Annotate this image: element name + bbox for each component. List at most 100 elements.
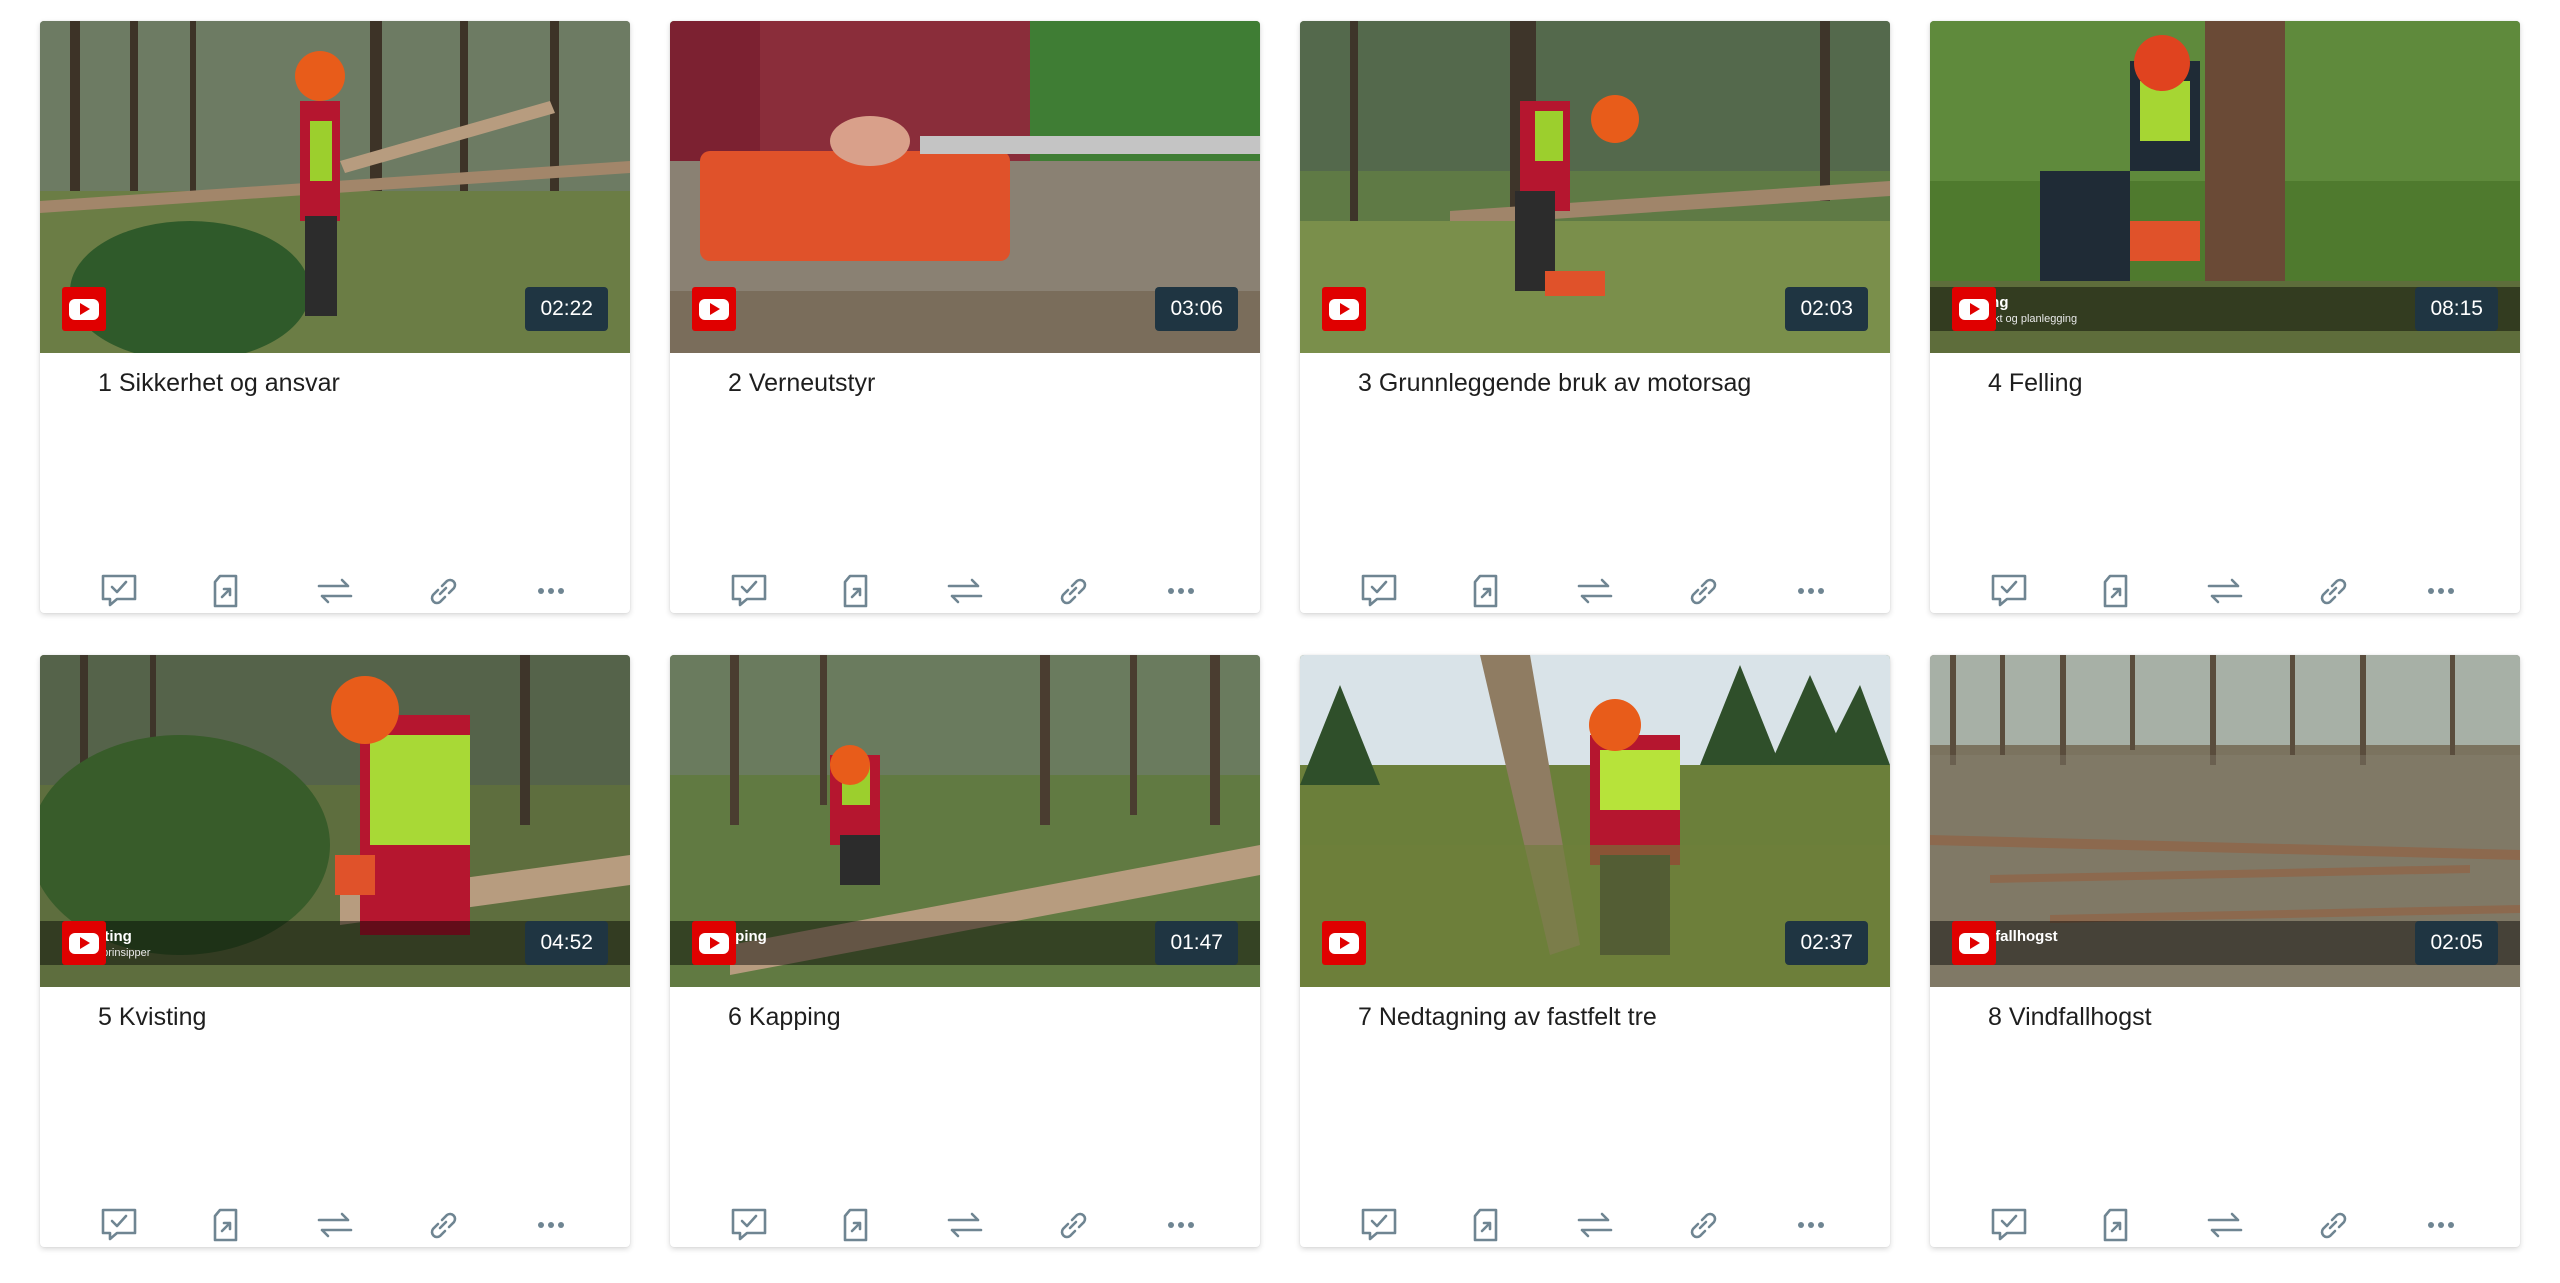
comment-check-button[interactable]: [99, 571, 139, 611]
copy-link-button[interactable]: [2313, 571, 2353, 611]
copy-link-button[interactable]: [2313, 1205, 2353, 1245]
video-title[interactable]: 8 Vindfallhogst: [1988, 1003, 2152, 1032]
assign-icon: [2103, 1208, 2128, 1242]
assign-button[interactable]: [836, 571, 876, 611]
card-actions: [1300, 1205, 1890, 1245]
card-actions: [1300, 571, 1890, 611]
assign-icon: [213, 574, 238, 608]
more-options-button[interactable]: [1791, 1205, 1831, 1245]
copy-link-button[interactable]: [1053, 1205, 1093, 1245]
swap-icon: [317, 578, 353, 604]
swap-button[interactable]: [945, 571, 985, 611]
duration-badge: 02:03: [1785, 287, 1868, 331]
swap-icon: [1577, 1212, 1613, 1238]
more-options-button[interactable]: [531, 571, 571, 611]
video-card-8[interactable]: dfallhogst 02:05 8 Vindfallhogst: [1930, 655, 2520, 1247]
copy-link-button[interactable]: [423, 1205, 463, 1245]
more-icon: [1168, 588, 1194, 594]
video-title[interactable]: 6 Kapping: [728, 1003, 841, 1032]
assign-button[interactable]: [1466, 571, 1506, 611]
video-card-5[interactable]: sting nprinsipper 04:52 5 Kvisting: [40, 655, 630, 1247]
duration-badge: 02:22: [525, 287, 608, 331]
swap-button[interactable]: [1575, 1205, 1615, 1245]
link-icon: [1060, 578, 1087, 605]
more-options-button[interactable]: [2421, 1205, 2461, 1245]
comment-check-button[interactable]: [729, 571, 769, 611]
comment-check-button[interactable]: [1989, 1205, 2029, 1245]
more-options-button[interactable]: [531, 1205, 571, 1245]
assign-icon: [1473, 1208, 1498, 1242]
video-thumbnail[interactable]: sting nprinsipper 04:52: [40, 655, 630, 987]
youtube-icon: [1952, 287, 1996, 331]
comment-check-button[interactable]: [1989, 571, 2029, 611]
video-card-2[interactable]: 03:06 2 Verneutstyr: [670, 21, 1260, 613]
video-thumbnail[interactable]: 02:03: [1300, 21, 1890, 353]
youtube-icon: [692, 287, 736, 331]
video-card-4[interactable]: ing sikt og planlegging 08:15 4 Felling: [1930, 21, 2520, 613]
comment-check-button[interactable]: [1359, 571, 1399, 611]
assign-icon: [843, 574, 868, 608]
card-actions: [670, 571, 1260, 611]
comment-check-button[interactable]: [1359, 1205, 1399, 1245]
assign-button[interactable]: [2096, 1205, 2136, 1245]
swap-button[interactable]: [1575, 571, 1615, 611]
youtube-icon: [62, 287, 106, 331]
assign-button[interactable]: [206, 1205, 246, 1245]
comment-check-icon: [1361, 574, 1397, 607]
card-actions: [40, 571, 630, 611]
assign-button[interactable]: [1466, 1205, 1506, 1245]
duration-badge: 04:52: [525, 921, 608, 965]
comment-check-button[interactable]: [99, 1205, 139, 1245]
comment-check-icon: [101, 1208, 137, 1241]
video-title[interactable]: 2 Verneutstyr: [728, 369, 875, 398]
youtube-icon: [692, 921, 736, 965]
swap-button[interactable]: [2205, 1205, 2245, 1245]
link-icon: [430, 1212, 457, 1239]
assign-button[interactable]: [2096, 571, 2136, 611]
card-actions: [40, 1205, 630, 1245]
video-card-7[interactable]: 02:37 7 Nedtagning av fastfelt tre: [1300, 655, 1890, 1247]
video-title[interactable]: 5 Kvisting: [98, 1003, 206, 1032]
comment-check-button[interactable]: [729, 1205, 769, 1245]
youtube-icon: [1322, 921, 1366, 965]
link-icon: [1690, 578, 1717, 605]
video-thumbnail[interactable]: 03:06: [670, 21, 1260, 353]
video-title[interactable]: 7 Nedtagning av fastfelt tre: [1358, 1003, 1657, 1032]
more-options-button[interactable]: [1161, 571, 1201, 611]
video-thumbnail[interactable]: 02:22: [40, 21, 630, 353]
swap-icon: [2207, 1212, 2243, 1238]
more-options-button[interactable]: [1161, 1205, 1201, 1245]
assign-icon: [1473, 574, 1498, 608]
copy-link-button[interactable]: [1683, 571, 1723, 611]
video-card-6[interactable]: pping 01:47 6 Kapping: [670, 655, 1260, 1247]
video-card-3[interactable]: 02:03 3 Grunnleggende bruk av motorsag: [1300, 21, 1890, 613]
duration-badge: 03:06: [1155, 287, 1238, 331]
link-icon: [430, 578, 457, 605]
youtube-icon: [1952, 921, 1996, 965]
more-options-button[interactable]: [2421, 571, 2461, 611]
video-title[interactable]: 1 Sikkerhet og ansvar: [98, 369, 340, 398]
video-thumbnail[interactable]: 02:37: [1300, 655, 1890, 987]
video-title[interactable]: 3 Grunnleggende bruk av motorsag: [1358, 369, 1751, 398]
swap-button[interactable]: [315, 1205, 355, 1245]
comment-check-icon: [101, 574, 137, 607]
assign-button[interactable]: [836, 1205, 876, 1245]
swap-button[interactable]: [2205, 571, 2245, 611]
swap-icon: [2207, 578, 2243, 604]
assign-button[interactable]: [206, 571, 246, 611]
duration-badge: 02:05: [2415, 921, 2498, 965]
video-title[interactable]: 4 Felling: [1988, 369, 2083, 398]
copy-link-button[interactable]: [1053, 571, 1093, 611]
copy-link-button[interactable]: [423, 571, 463, 611]
video-thumbnail[interactable]: ing sikt og planlegging 08:15: [1930, 21, 2520, 353]
swap-button[interactable]: [945, 1205, 985, 1245]
comment-check-icon: [731, 574, 767, 607]
more-icon: [1798, 588, 1824, 594]
video-card-1[interactable]: 02:22 1 Sikkerhet og ansvar: [40, 21, 630, 613]
video-thumbnail[interactable]: dfallhogst 02:05: [1930, 655, 2520, 987]
video-thumbnail[interactable]: pping 01:47: [670, 655, 1260, 987]
swap-button[interactable]: [315, 571, 355, 611]
comment-check-icon: [1991, 574, 2027, 607]
copy-link-button[interactable]: [1683, 1205, 1723, 1245]
more-options-button[interactable]: [1791, 571, 1831, 611]
